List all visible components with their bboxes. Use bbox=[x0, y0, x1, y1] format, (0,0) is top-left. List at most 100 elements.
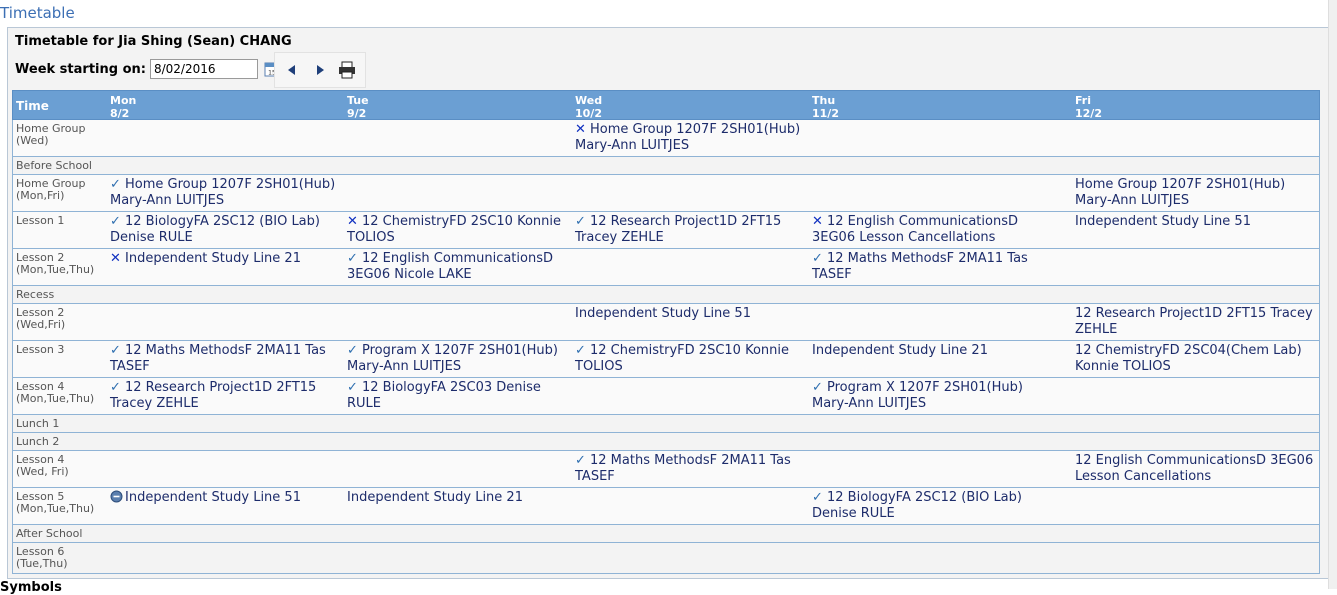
class-entry-wed[interactable]: ✓ 12 Research Project1D 2FT15 Tracey ZEHL… bbox=[575, 214, 805, 246]
class-entry-tue[interactable]: ✓ 12 English CommunicationsD 3EG06 Nicole… bbox=[347, 251, 567, 283]
class-entry-fri[interactable]: 12 English CommunicationsD 3EG06 Lesson … bbox=[1075, 453, 1320, 485]
class-entry-fri[interactable]: Independent Study Line 51 bbox=[1075, 214, 1320, 230]
tick-icon: ✓ bbox=[575, 343, 586, 358]
header-day-name: Thu bbox=[812, 94, 836, 107]
class-entry-mon[interactable]: ✕ Independent Study Line 21 bbox=[110, 251, 340, 267]
timetable-grid: Time Mon 8/2 Tue 9/2 Wed 10/2 Thu 11/2 Fri 12/2 H… bbox=[12, 90, 1320, 574]
class-entry-tue[interactable]: ✓ Program X 1207F 2SH01(Hub) Mary-Ann LUI… bbox=[347, 343, 567, 375]
class-entry-thu[interactable]: ✓ 12 Maths MethodsF 2MA11 Tas TASEF bbox=[812, 251, 1052, 283]
class-entry-text: Independent Study Line 21 bbox=[125, 251, 301, 266]
class-entry-wed[interactable]: ✓ 12 ChemistryFD 2SC10 Konnie TOLIOS bbox=[575, 343, 805, 375]
period-label: Lesson 4 (Wed, Fri) bbox=[16, 453, 69, 478]
class-entry-text: 12 Maths MethodsF 2MA11 Tas TASEF bbox=[575, 453, 791, 484]
timetable-row: Lunch 2 bbox=[12, 433, 1320, 451]
tick-icon: ✓ bbox=[110, 177, 121, 192]
class-entry-wed[interactable]: Independent Study Line 51 bbox=[575, 306, 805, 322]
page-title: Timetable bbox=[0, 4, 75, 22]
header-day-date: 10/2 bbox=[575, 107, 602, 120]
period-label: Lesson 1 bbox=[16, 214, 65, 227]
timetable-header: Time Mon 8/2 Tue 9/2 Wed 10/2 Thu 11/2 Fri 12/2 bbox=[12, 90, 1320, 120]
header-day-tue: Tue 9/2 bbox=[347, 94, 369, 120]
class-entry-tue[interactable]: ✓ 12 BiologyFA 2SC03 Denise RULE bbox=[347, 380, 567, 412]
period-label: Lunch 2 bbox=[16, 435, 60, 448]
class-entry-thu[interactable]: ✓ 12 BiologyFA 2SC12 (BIO Lab) Denise RUL… bbox=[812, 490, 1052, 522]
period-label: Lesson 6 (Tue,Thu) bbox=[16, 545, 68, 570]
class-entry-text: 12 English CommunicationsD 3EG06 Lesson … bbox=[1075, 453, 1314, 484]
class-entry-text: Independent Study Line 51 bbox=[1075, 214, 1251, 229]
class-entry-text: 12 Maths MethodsF 2MA11 Tas TASEF bbox=[812, 251, 1028, 282]
header-day-thu: Thu 11/2 bbox=[812, 94, 839, 120]
vertical-scrollbar[interactable] bbox=[1328, 0, 1337, 589]
cross-icon: ✕ bbox=[110, 251, 121, 266]
arrow-right-icon[interactable] bbox=[313, 62, 327, 78]
week-date-input[interactable] bbox=[149, 59, 258, 79]
timetable-row: Lesson 1 ✓ 12 BiologyFA 2SC12 (BIO Lab) De… bbox=[12, 212, 1320, 249]
arrow-left-icon[interactable] bbox=[285, 62, 299, 78]
timetable-panel: Timetable for Jia Shing (Sean) CHANG Wee… bbox=[7, 27, 1329, 579]
class-entry-text: 12 BiologyFA 2SC12 (BIO Lab) Denise RULE bbox=[110, 214, 320, 245]
class-entry-tue[interactable]: ✕ 12 ChemistryFD 2SC10 Konnie TOLIOS bbox=[347, 214, 567, 246]
timetable-row: Lesson 2 (Mon,Tue,Thu) ✕ Independent Study … bbox=[12, 249, 1320, 286]
header-day-name: Fri bbox=[1075, 94, 1092, 107]
header-day-date: 11/2 bbox=[812, 107, 839, 120]
period-label: After School bbox=[16, 527, 83, 540]
class-entry-wed[interactable]: ✓ 12 Maths MethodsF 2MA11 Tas TASEF bbox=[575, 453, 805, 485]
period-label: Lesson 2 (Mon,Tue,Thu) bbox=[16, 251, 95, 276]
class-entry-mon[interactable]: ✓ 12 Research Project1D 2FT15 Tracey ZEHL… bbox=[110, 380, 340, 412]
class-entry-tue[interactable]: Independent Study Line 21 bbox=[347, 490, 567, 506]
period-label: Recess bbox=[16, 288, 55, 301]
nav-toolbar bbox=[274, 52, 366, 88]
timetable-row: After School bbox=[12, 525, 1320, 543]
status-circle-icon bbox=[110, 490, 125, 506]
timetable-row: Lesson 6 (Tue,Thu) bbox=[12, 543, 1320, 574]
header-day-name: Mon bbox=[110, 94, 137, 107]
period-label: Home Group (Wed) bbox=[16, 122, 86, 147]
class-entry-text: 12 English CommunicationsD 3EG06 Nicole … bbox=[347, 251, 553, 282]
class-entry-text: 12 ChemistryFD 2SC10 Konnie TOLIOS bbox=[575, 343, 789, 374]
cross-icon: ✕ bbox=[812, 214, 823, 229]
tick-icon: ✓ bbox=[812, 251, 823, 266]
class-entry-text: 12 BiologyFA 2SC03 Denise RULE bbox=[347, 380, 541, 411]
tick-icon: ✓ bbox=[110, 380, 121, 395]
class-entry-text: 12 English CommunicationsD 3EG06 Lesson … bbox=[812, 214, 1018, 245]
class-entry-mon[interactable]: Independent Study Line 51 bbox=[110, 490, 340, 506]
class-entry-fri[interactable]: 12 Research Project1D 2FT15 Tracey ZEHLE bbox=[1075, 306, 1320, 338]
header-day-mon: Mon 8/2 bbox=[110, 94, 136, 120]
class-entry-mon[interactable]: ✓ Home Group 1207F 2SH01(Hub) Mary-Ann LU… bbox=[110, 177, 340, 209]
class-entry-fri[interactable]: 12 ChemistryFD 2SC04(Chem Lab) Konnie TO… bbox=[1075, 343, 1320, 375]
period-label: Lesson 4 (Mon,Tue,Thu) bbox=[16, 380, 95, 405]
class-entry-fri[interactable]: Home Group 1207F 2SH01(Hub) Mary-Ann LUI… bbox=[1075, 177, 1320, 209]
class-entry-wed[interactable]: ✕ Home Group 1207F 2SH01(Hub) Mary-Ann LU… bbox=[575, 122, 805, 154]
class-entry-thu[interactable]: ✓ Program X 1207F 2SH01(Hub) Mary-Ann LUI… bbox=[812, 380, 1052, 412]
class-entry-text: 12 Research Project1D 2FT15 Tracey ZEHLE bbox=[110, 380, 317, 411]
class-entry-mon[interactable]: ✓ 12 Maths MethodsF 2MA11 Tas TASEF bbox=[110, 343, 340, 375]
symbols-label: Symbols bbox=[0, 580, 62, 595]
period-label: Lunch 1 bbox=[16, 417, 60, 430]
header-day-date: 9/2 bbox=[347, 107, 367, 120]
header-day-date: 12/2 bbox=[1075, 107, 1102, 120]
class-entry-thu[interactable]: ✕ 12 English CommunicationsD 3EG06 Lesson… bbox=[812, 214, 1052, 246]
tick-icon: ✓ bbox=[575, 453, 586, 468]
period-label: Lesson 2 (Wed,Fri) bbox=[16, 306, 66, 331]
tick-icon: ✓ bbox=[812, 380, 823, 395]
printer-icon[interactable] bbox=[337, 61, 357, 79]
header-day-wed: Wed 10/2 bbox=[575, 94, 602, 120]
tick-icon: ✓ bbox=[110, 214, 121, 229]
timetable-row: Before School bbox=[12, 157, 1320, 175]
tick-icon: ✓ bbox=[110, 343, 121, 358]
class-entry-text: 12 ChemistryFD 2SC04(Chem Lab) Konnie TO… bbox=[1075, 343, 1302, 374]
class-entry-text: Independent Study Line 21 bbox=[812, 343, 988, 358]
tick-icon: ✓ bbox=[812, 490, 823, 505]
class-entry-text: 12 ChemistryFD 2SC10 Konnie TOLIOS bbox=[347, 214, 561, 245]
period-label: Lesson 5 (Mon,Tue,Thu) bbox=[16, 490, 95, 515]
class-entry-thu[interactable]: Independent Study Line 21 bbox=[812, 343, 1052, 359]
class-entry-mon[interactable]: ✓ 12 BiologyFA 2SC12 (BIO Lab) Denise RUL… bbox=[110, 214, 340, 246]
header-day-name: Tue bbox=[347, 94, 369, 107]
panel-title: Timetable for Jia Shing (Sean) CHANG bbox=[15, 34, 292, 49]
class-entry-text: Independent Study Line 21 bbox=[347, 490, 523, 505]
tick-icon: ✓ bbox=[347, 343, 358, 358]
timetable-row: Lesson 2 (Wed,Fri) Independent Study Line … bbox=[12, 304, 1320, 341]
header-time-label: Time bbox=[16, 99, 49, 113]
week-selector: Week starting on: 15 bbox=[15, 57, 280, 81]
class-entry-text: 12 Research Project1D 2FT15 Tracey ZEHLE bbox=[575, 214, 782, 245]
